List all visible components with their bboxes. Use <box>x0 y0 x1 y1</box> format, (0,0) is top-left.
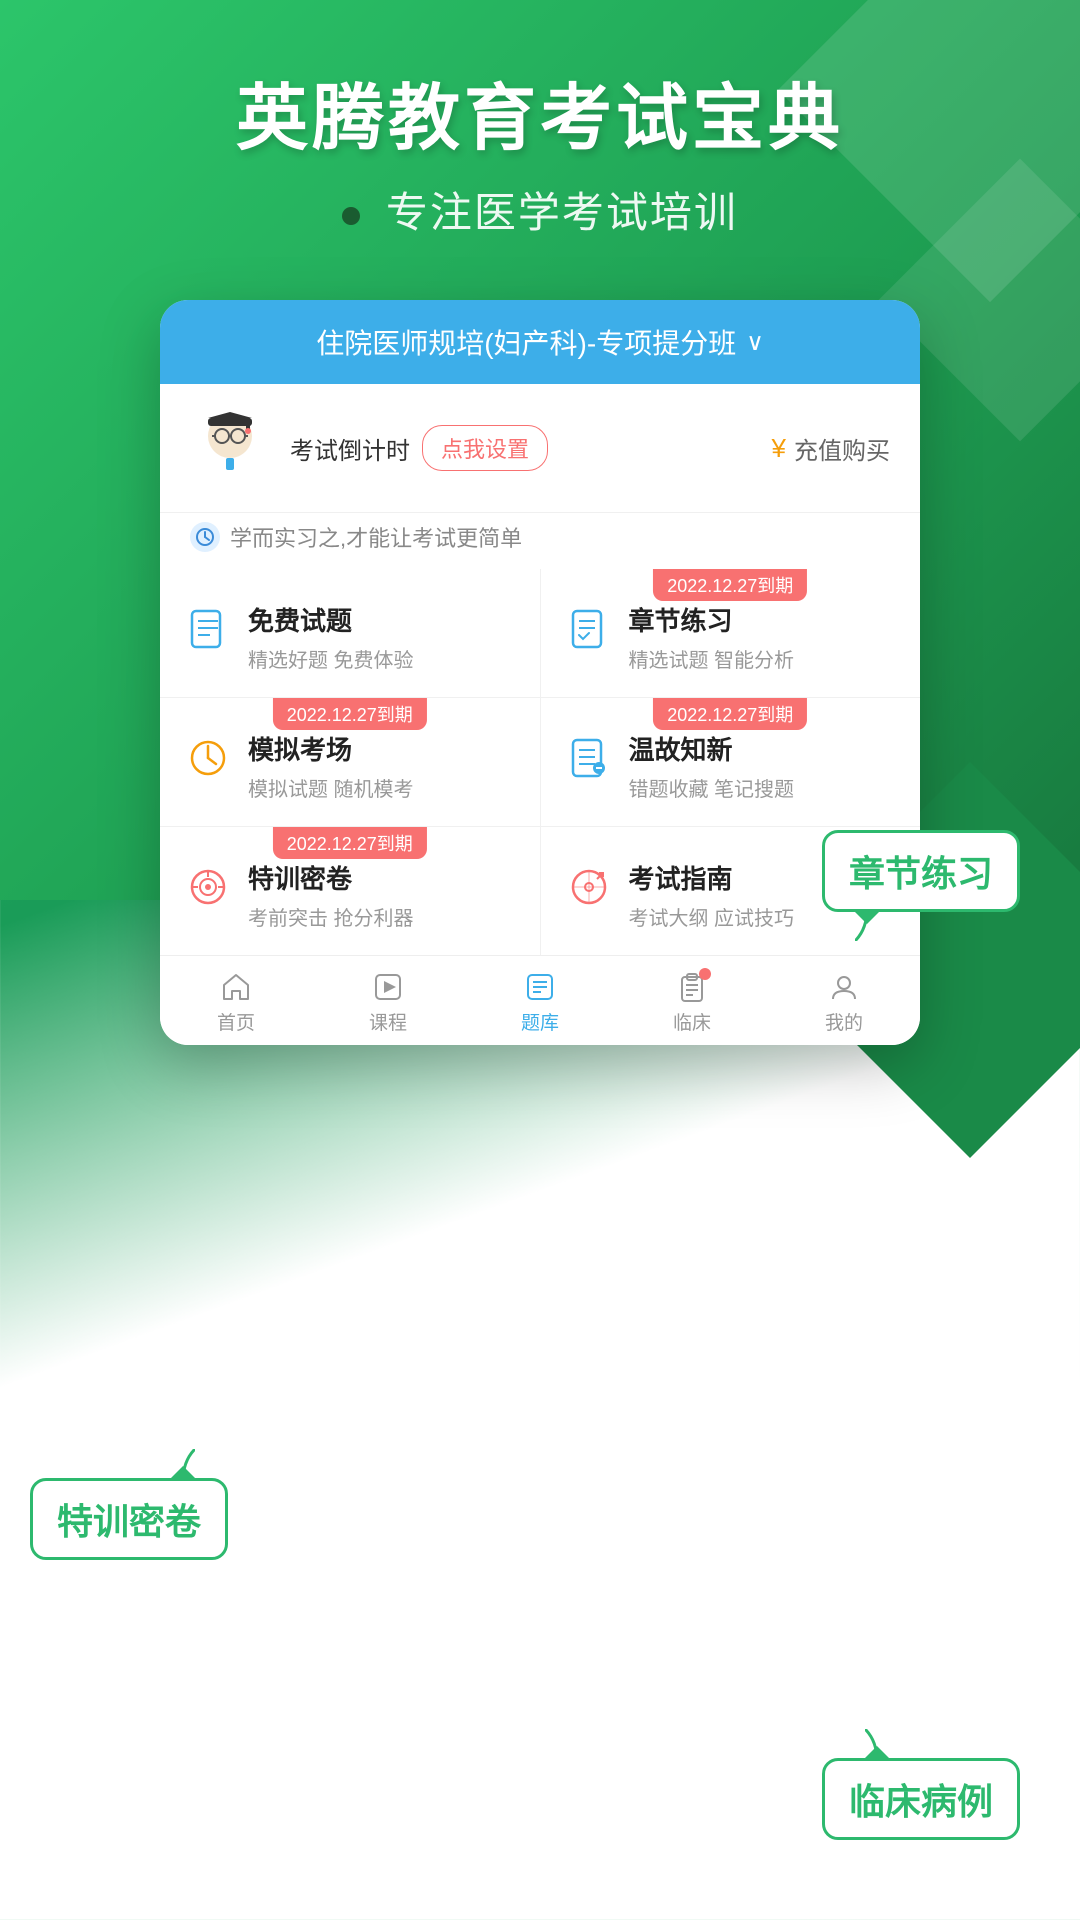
callout-secret: 特训密卷 <box>30 1478 228 1560</box>
play-icon <box>373 972 403 1002</box>
review-title: 温故知新 <box>629 730 795 767</box>
free-questions-title: 免费试题 <box>248 601 414 638</box>
nav-mine-label: 我的 <box>825 1008 863 1035</box>
review-desc: 错题收藏 笔记搜题 <box>629 773 795 802</box>
callout-chapter: 章节练习 <box>822 830 1020 912</box>
nav-clinical-label: 临床 <box>673 1008 711 1035</box>
mock-expiry-badge: 2022.12.27到期 <box>273 698 427 730</box>
home-icon <box>221 972 251 1002</box>
secret-exam-desc: 考前突击 抢分利器 <box>248 902 414 931</box>
free-questions-icon <box>184 605 232 653</box>
review-expiry-badge: 2022.12.27到期 <box>653 698 807 730</box>
recharge-section[interactable]: ¥ 充值购买 <box>772 431 890 466</box>
feature-grid: 免费试题 精选好题 免费体验 2022.12.27到期 章节练习 <box>160 569 920 955</box>
chapter-practice-title: 章节练习 <box>629 601 795 638</box>
exam-guide-desc: 考试大纲 应试技巧 <box>629 902 795 931</box>
secret-exam-title: 特训密卷 <box>248 859 414 896</box>
countdown-section: 考试倒计时 点我设置 <box>290 425 752 471</box>
chapter-practice-desc: 精选试题 智能分析 <box>629 644 795 673</box>
header-area: 英腾教育考试宝典 专注医学考试培训 <box>0 0 1080 240</box>
free-questions-desc: 精选好题 免费体验 <box>248 644 414 673</box>
secret-expiry-badge: 2022.12.27到期 <box>273 827 427 859</box>
course-header-bar[interactable]: 住院医师规培(妇产科)-专项提分班 ∨ <box>160 300 920 384</box>
nav-course-label: 课程 <box>369 1008 407 1035</box>
course-header-text: 住院医师规培(妇产科)-专项提分班 <box>316 322 736 362</box>
app-title: 英腾教育考试宝典 <box>0 80 1080 159</box>
mock-exam-desc: 模拟试题 随机模考 <box>248 773 414 802</box>
chevron-down-icon: ∨ <box>746 328 764 357</box>
chapter-practice-icon <box>565 605 613 653</box>
callout-chapter-text: 章节练习 <box>849 853 993 894</box>
bottom-nav: 首页 课程 题库 <box>160 955 920 1045</box>
secret-exam-icon <box>184 863 232 911</box>
card-review[interactable]: 2022.12.27到期 温故知新 错题收藏 笔记搜题 <box>541 698 921 826</box>
review-icon <box>565 734 613 782</box>
clipboard-icon <box>677 972 707 1002</box>
nav-home[interactable]: 首页 <box>160 972 312 1035</box>
nav-question-bank[interactable]: 题库 <box>464 972 616 1035</box>
clock-icon <box>190 522 220 552</box>
countdown-row: 考试倒计时 点我设置 ¥ 充值购买 <box>160 384 920 512</box>
nav-course[interactable]: 课程 <box>312 972 464 1035</box>
callout-secret-text: 特训密卷 <box>57 1501 201 1542</box>
callout-clinical: 临床病例 <box>822 1758 1020 1840</box>
nav-mine[interactable]: 我的 <box>768 972 920 1035</box>
exam-guide-title: 考试指南 <box>629 859 795 896</box>
nav-question-label: 题库 <box>521 1008 559 1035</box>
recharge-label: 充值购买 <box>794 431 890 466</box>
user-icon <box>829 972 859 1002</box>
mock-exam-icon <box>184 734 232 782</box>
mascot-avatar <box>190 408 270 488</box>
nav-clinical[interactable]: 临床 <box>616 972 768 1035</box>
card-chapter-practice[interactable]: 2022.12.27到期 章节练习 精选试题 智能分析 <box>541 569 921 697</box>
app-subtitle: 专注医学考试培训 <box>0 179 1080 240</box>
bullet-dot <box>342 207 360 225</box>
nav-home-label: 首页 <box>217 1008 255 1035</box>
phone-mockup: 住院医师规培(妇产科)-专项提分班 ∨ <box>160 300 920 1045</box>
motto-row: 学而实习之,才能让考试更简单 <box>160 512 920 569</box>
card-mock-exam[interactable]: 2022.12.27到期 模拟考场 模拟试题 随机模考 <box>160 698 540 826</box>
coin-icon: ¥ <box>772 433 786 464</box>
chapter-expiry-badge: 2022.12.27到期 <box>653 569 807 601</box>
set-countdown-button[interactable]: 点我设置 <box>422 425 548 471</box>
card-secret-exam[interactable]: 2022.12.27到期 特训密卷 考前突击 抢分利器 <box>160 827 540 955</box>
countdown-label: 考试倒计时 <box>290 431 410 466</box>
list-icon <box>525 972 555 1002</box>
callout-clinical-text: 临床病例 <box>849 1781 993 1822</box>
mock-exam-title: 模拟考场 <box>248 730 414 767</box>
exam-guide-icon <box>565 863 613 911</box>
card-free-questions[interactable]: 免费试题 精选好题 免费体验 <box>160 569 540 697</box>
motto-text: 学而实习之,才能让考试更简单 <box>230 521 522 553</box>
